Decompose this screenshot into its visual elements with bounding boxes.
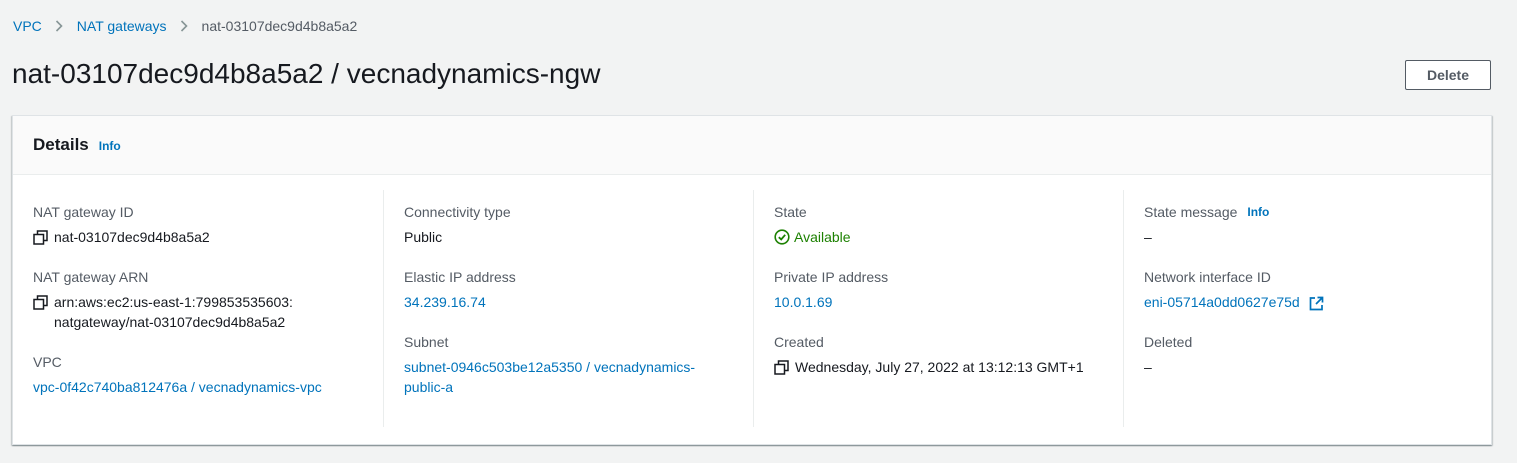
- field-label: Subnet: [404, 334, 449, 350]
- status-available-icon: [774, 229, 790, 245]
- state-message-label: State message: [1144, 204, 1238, 220]
- details-columns: NAT gateway ID nat-03107dec9d4b8a5a2 NAT…: [13, 190, 1491, 427]
- field-label: Private IP address: [774, 269, 889, 285]
- breadcrumb-nat-gateways[interactable]: NAT gateways: [77, 16, 167, 36]
- nat-gateway-id-value: nat-03107dec9d4b8a5a2: [54, 229, 210, 245]
- details-panel: Details Info NAT gateway ID nat-03107dec…: [12, 115, 1492, 445]
- field-state-message: State message Info –: [1144, 202, 1491, 247]
- copy-icon[interactable]: [33, 292, 49, 312]
- state-status: Available: [774, 227, 1123, 247]
- details-info-link[interactable]: Info: [99, 139, 121, 153]
- network-interface-link[interactable]: eni-05714a0dd0627e75d: [1144, 294, 1300, 310]
- field-value-row: arn:aws:ec2:us-east-1:799853535603:natga…: [33, 292, 383, 332]
- field-nat-gateway-id: NAT gateway ID nat-03107dec9d4b8a5a2: [33, 202, 383, 247]
- field-label: State: [774, 204, 807, 220]
- field-value-row: Wednesday, July 27, 2022 at 13:12:13 GMT…: [774, 357, 1123, 377]
- external-link-icon[interactable]: [1309, 296, 1324, 311]
- field-connectivity-type: Connectivity type Public: [404, 202, 753, 247]
- field-state: State Available: [774, 202, 1123, 247]
- field-label: Created: [774, 334, 824, 350]
- field-label: VPC: [33, 354, 62, 370]
- details-column-1: NAT gateway ID nat-03107dec9d4b8a5a2 NAT…: [33, 190, 383, 427]
- deleted-value: –: [1144, 359, 1152, 375]
- breadcrumb: VPC NAT gateways nat-03107dec9d4b8a5a2: [13, 16, 357, 36]
- field-label: NAT gateway ARN: [33, 269, 149, 285]
- details-column-3: State Available Private IP address 10.0.…: [753, 190, 1123, 427]
- field-label: Connectivity type: [404, 204, 511, 220]
- state-message-info-link[interactable]: Info: [1247, 202, 1269, 222]
- breadcrumb-vpc[interactable]: VPC: [13, 16, 42, 36]
- copy-icon[interactable]: [774, 357, 790, 377]
- field-private-ip: Private IP address 10.0.1.69: [774, 267, 1123, 312]
- field-label: NAT gateway ID: [33, 204, 134, 220]
- created-value: Wednesday, July 27, 2022 at 13:12:13 GMT…: [795, 359, 1084, 375]
- details-title: Details: [33, 135, 89, 154]
- details-column-2: Connectivity type Public Elastic IP addr…: [383, 190, 753, 427]
- field-label: Network interface ID: [1144, 269, 1271, 285]
- vpc-link[interactable]: vpc-0f42c740ba812476a / vecnadynamics-vp…: [33, 377, 383, 397]
- field-elastic-ip: Elastic IP address 34.239.16.74: [404, 267, 753, 312]
- elastic-ip-link[interactable]: 34.239.16.74: [404, 292, 753, 312]
- connectivity-type-value: Public: [404, 229, 443, 245]
- private-ip-link[interactable]: 10.0.1.69: [774, 292, 1123, 312]
- field-nat-gateway-arn: NAT gateway ARN arn:aws:ec2:us-east-1:79…: [33, 267, 383, 332]
- field-vpc: VPC vpc-0f42c740ba812476a / vecnadynamic…: [33, 352, 383, 397]
- field-label: Deleted: [1144, 334, 1193, 350]
- field-network-interface: Network interface ID eni-05714a0dd0627e7…: [1144, 267, 1491, 312]
- network-interface-row: eni-05714a0dd0627e75d: [1144, 292, 1491, 312]
- details-column-4: State message Info – Network interface I…: [1123, 190, 1491, 427]
- delete-button[interactable]: Delete: [1405, 60, 1491, 90]
- field-created: Created Wednesday, July 27, 2022 at 13:1…: [774, 332, 1123, 377]
- breadcrumb-current: nat-03107dec9d4b8a5a2: [201, 18, 358, 34]
- field-label: Elastic IP address: [404, 269, 516, 285]
- field-deleted: Deleted –: [1144, 332, 1491, 377]
- state-message-value: –: [1144, 229, 1152, 245]
- field-label: State message Info: [1144, 202, 1491, 222]
- subnet-link[interactable]: subnet-0946c503be12a5350 / vecnadynamics…: [404, 357, 714, 397]
- chevron-right-icon: [167, 16, 202, 36]
- state-value: Available: [794, 229, 851, 245]
- page-title: nat-03107dec9d4b8a5a2 / vecnadynamics-ng…: [12, 58, 601, 89]
- nat-gateway-arn-value: arn:aws:ec2:us-east-1:799853535603:natga…: [54, 294, 293, 330]
- field-subnet: Subnet subnet-0946c503be12a5350 / vecnad…: [404, 332, 753, 397]
- chevron-right-icon: [42, 16, 77, 36]
- field-value-row: nat-03107dec9d4b8a5a2: [33, 227, 383, 247]
- details-header: Details Info: [13, 116, 1491, 175]
- copy-icon[interactable]: [33, 227, 49, 247]
